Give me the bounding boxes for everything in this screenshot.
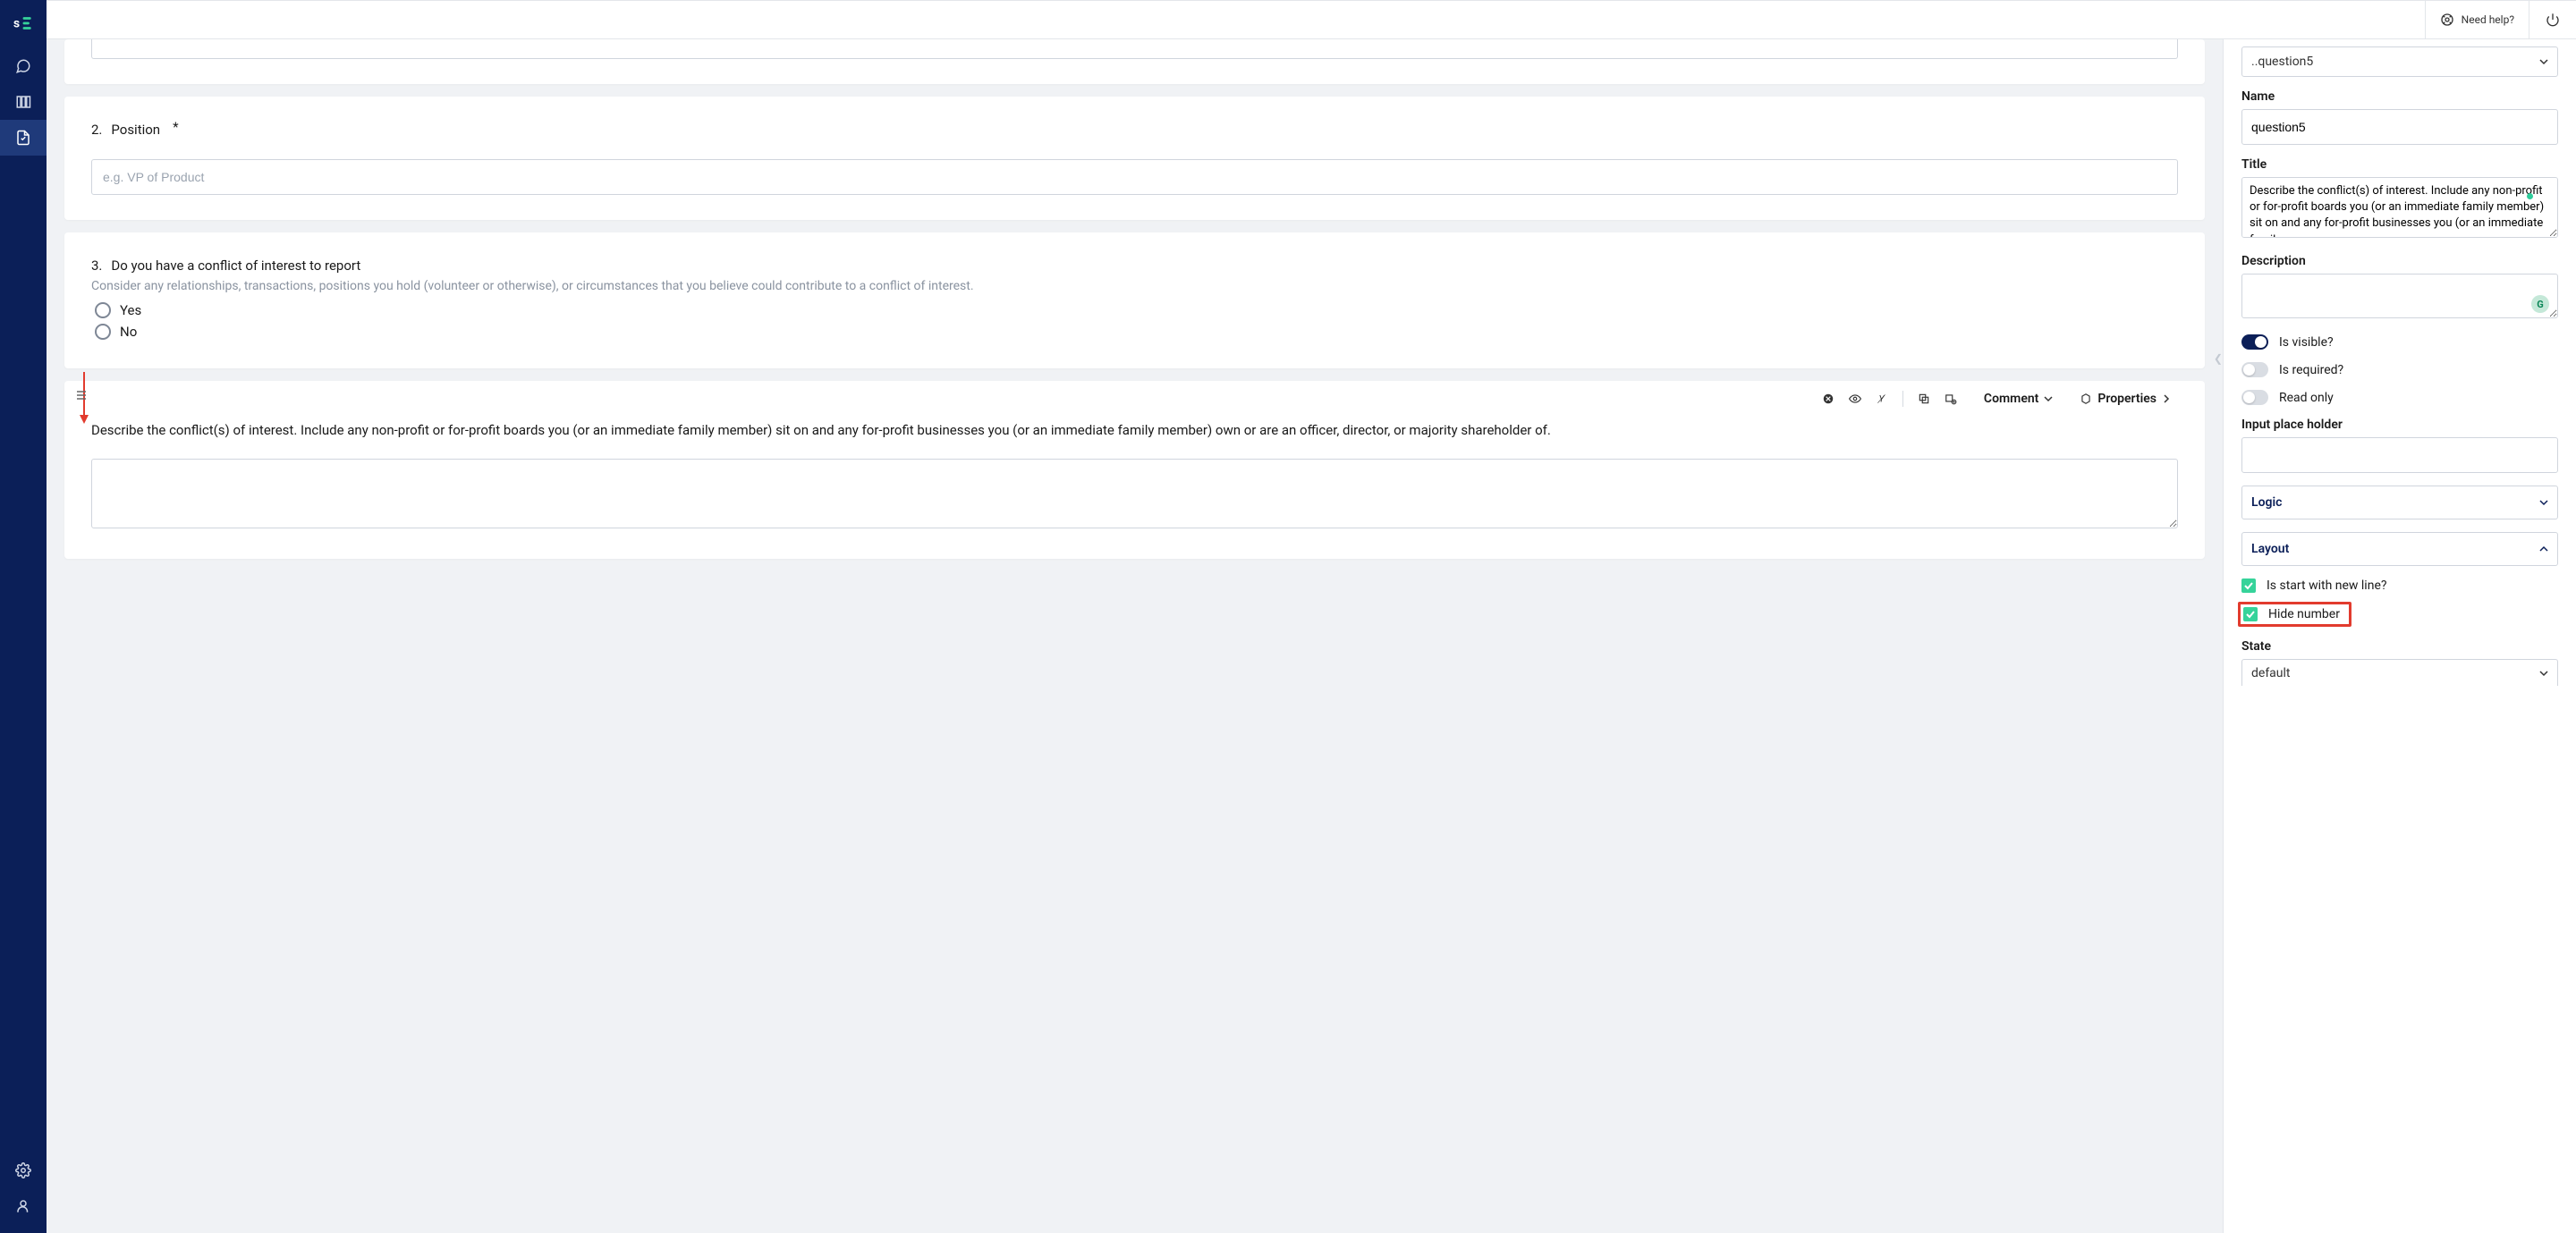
layout-label: Layout [2251,542,2289,556]
topbar: Need help? [47,0,2576,39]
copy-icon[interactable] [1911,393,1937,405]
comment-textarea[interactable] [91,459,2178,528]
help-label: Need help? [2462,13,2514,26]
chevron-down-icon [2539,57,2548,66]
nav-profile-icon[interactable] [0,1188,47,1224]
chevron-up-icon [2539,545,2548,553]
power-button[interactable] [2529,1,2576,38]
question-card-2[interactable]: 2. Position * [64,97,2205,220]
delete-icon[interactable] [1815,393,1842,405]
state-value: default [2251,666,2291,680]
question-card-3[interactable]: 3. Do you have a conflict of interest to… [64,232,2205,368]
properties-button[interactable]: Properties [2072,392,2178,406]
state-dropdown[interactable]: default [2241,659,2558,686]
name-label: Name [2241,89,2558,104]
question-card-selected[interactable]: Y Comment Properties [64,381,2205,559]
required-label: Is required? [2279,363,2343,377]
checkbox-checked-icon [2243,607,2258,621]
grammarly-indicator-icon [2527,193,2533,199]
checkbox-checked-icon [2241,578,2256,593]
nav-library-icon[interactable] [0,84,47,120]
radio-option-yes[interactable]: Yes [95,302,2178,318]
question-text: Describe the conflict(s) of interest. In… [91,420,2178,441]
properties-panel: ..question5 Name Title Description Is vi… [2223,39,2576,1233]
grammarly-icon [2531,295,2549,313]
logic-label: Logic [2251,495,2282,510]
description-label: Description [2241,254,2558,268]
question-number: 2. [91,122,102,138]
title-label: Title [2241,157,2558,172]
title-textarea[interactable] [2241,177,2558,238]
brand-logo: s [0,7,47,39]
hide-number-checkbox-row[interactable]: Hide number [2243,607,2340,621]
placeholder-label: Input place holder [2241,418,2558,432]
radio-label: No [120,324,137,340]
panel-splitter-icon[interactable]: ❮❯ [2214,352,2223,365]
visibility-icon[interactable] [1842,393,1868,405]
radio-icon [95,302,111,318]
placeholder-input[interactable] [2241,437,2558,473]
logic-section[interactable]: Logic [2241,486,2558,519]
position-input[interactable] [91,159,2178,195]
form-canvas: 2. Position * 3. Do you have a conflict … [47,39,2223,1233]
drag-handle-icon[interactable] [77,390,86,404]
description-textarea[interactable] [2241,274,2558,318]
hide-number-label: Hide number [2268,607,2340,621]
required-toggle-icon[interactable]: Y [1868,393,1895,405]
input-type-label: Comment [1984,392,2038,406]
visible-label: Is visible? [2279,335,2334,350]
chevron-down-icon [2539,498,2548,507]
chevron-down-icon [2539,669,2548,678]
breadcrumb-dropdown[interactable]: ..question5 [2241,46,2558,77]
comment-type-dropdown[interactable]: Comment [1964,392,2072,406]
question-description: Consider any relationships, transactions… [91,279,2178,293]
visible-toggle[interactable] [2241,334,2268,350]
question-toolbar: Y Comment Properties [91,381,2178,411]
left-nav: s [0,0,47,1233]
breadcrumb-text: ..question5 [2251,55,2313,69]
svg-text:s: s [13,17,20,31]
question-number: 3. [91,258,102,274]
nav-settings-icon[interactable] [0,1153,47,1188]
readonly-toggle[interactable] [2241,390,2268,405]
help-button[interactable]: Need help? [2425,1,2529,38]
radio-option-no[interactable]: No [95,324,2178,340]
start-newline-label: Is start with new line? [2267,578,2386,593]
layout-section[interactable]: Layout [2241,532,2558,566]
readonly-label: Read only [2279,391,2334,405]
hide-number-highlight: Hide number [2238,602,2351,627]
chevron-right-icon [2162,394,2171,403]
question-card-1[interactable] [64,39,2205,84]
required-toggle[interactable] [2241,362,2268,377]
required-star: * [173,119,178,135]
nav-messages-icon[interactable] [0,48,47,84]
start-newline-checkbox-row[interactable]: Is start with new line? [2241,578,2558,593]
question-title: Position [111,122,160,138]
chevron-down-icon [2044,394,2053,403]
properties-label: Properties [2097,392,2157,406]
nav-form-builder-icon[interactable] [0,120,47,156]
name-input[interactable] [2241,109,2558,145]
state-label: State [2241,639,2558,654]
radio-icon [95,324,111,340]
radio-label: Yes [120,302,141,318]
svg-text:Y: Y [1878,393,1885,405]
add-to-toolbox-icon[interactable] [1937,393,1964,405]
question-title: Do you have a conflict of interest to re… [111,258,360,274]
